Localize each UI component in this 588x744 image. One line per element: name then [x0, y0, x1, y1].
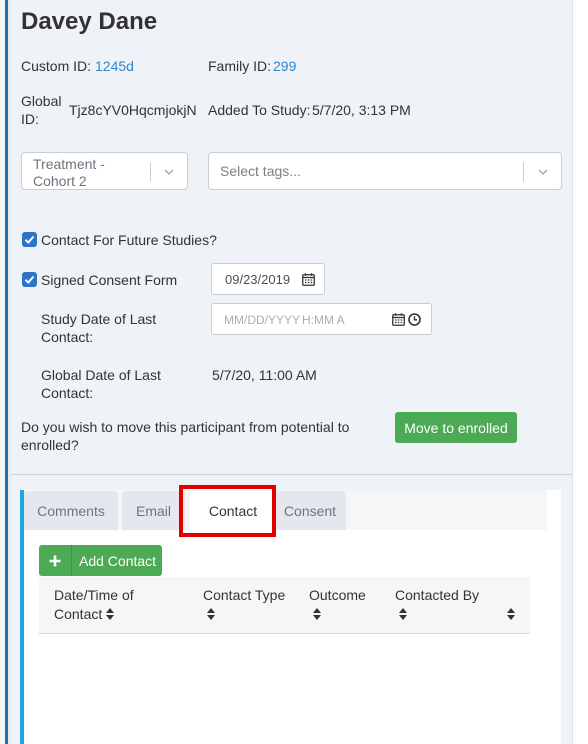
header-datetime-line1: Date/Time of: [54, 587, 134, 603]
sort-icon[interactable]: [106, 608, 115, 620]
add-contact-button[interactable]: Add Contact: [39, 545, 162, 576]
family-id-label: Family ID:: [208, 58, 271, 74]
tab-panel: Comments Email Contact Consent Add Conta…: [20, 485, 561, 744]
add-contact-label: Add Contact: [79, 552, 157, 569]
global-id-label-line1: Global: [21, 93, 62, 109]
consent-label: Signed Consent Form: [41, 272, 178, 288]
global-last-contact-value: 5/7/20, 11:00 AM: [212, 367, 317, 383]
consent-checkbox[interactable]: [22, 272, 37, 287]
sort-icon[interactable]: [207, 608, 215, 620]
study-last-contact-label-line2: Contact:: [41, 329, 94, 345]
tab-comments[interactable]: Comments: [24, 491, 118, 530]
contacts-table-header: Date/Time of Contact Contact Type Outcom…: [39, 577, 530, 634]
time-placeholder: H:MM A: [302, 313, 345, 327]
consent-date-input[interactable]: 09/23/2019: [211, 263, 325, 295]
check-icon: [24, 235, 35, 244]
scrollbar-track[interactable]: [572, 0, 588, 744]
sort-icon[interactable]: [313, 608, 321, 620]
header-datetime[interactable]: Contact: [54, 605, 115, 624]
chevron-down-icon[interactable]: [164, 167, 174, 177]
section-divider: [11, 474, 572, 475]
study-last-contact-label-line1: Study Date of Last: [41, 311, 157, 327]
tab-email[interactable]: Email: [122, 491, 185, 530]
header-outcome[interactable]: Outcome: [309, 586, 366, 605]
calendar-icon[interactable]: [392, 313, 405, 326]
sort-icon[interactable]: [507, 608, 515, 620]
check-icon: [24, 275, 35, 284]
participant-name: Davey Dane: [21, 8, 158, 35]
added-to-study-value: 5/7/20, 3:13 PM: [312, 102, 411, 118]
left-accent-stripe: [0, 0, 8, 744]
tags-select[interactable]: Select tags...: [208, 152, 562, 190]
move-prompt-line1: Do you wish to move this participant fro…: [21, 419, 350, 435]
select-separator: [150, 162, 151, 182]
move-prompt-line2: enrolled?: [21, 437, 79, 453]
tags-select-placeholder: Select tags...: [220, 163, 301, 179]
date-placeholder: MM/DD/YYYY: [224, 313, 301, 327]
header-contacted-by[interactable]: Contacted By: [395, 586, 479, 605]
calendar-icon[interactable]: [302, 273, 315, 286]
global-id-label-line2: ID:: [21, 111, 39, 127]
highlight-box: [179, 485, 276, 537]
custom-id-label: Custom ID:: [21, 58, 92, 74]
participant-panel: Davey Dane Custom ID: 1245d Family ID: 2…: [11, 0, 572, 744]
cohort-select-line2: Cohort 2: [33, 173, 87, 189]
plus-icon: [49, 555, 61, 566]
select-separator: [523, 162, 524, 182]
study-last-contact-input[interactable]: MM/DD/YYYY H:MM A: [211, 303, 432, 335]
tab-consent[interactable]: Consent: [274, 491, 346, 530]
tab-bar: Comments Email Contact Consent: [24, 485, 547, 537]
global-last-contact-label-line2: Contact:: [41, 385, 94, 401]
global-id-value: Tjz8cYV0HqcmjokjN: [69, 102, 197, 118]
chevron-down-icon[interactable]: [538, 167, 548, 177]
button-separator: [71, 545, 72, 576]
cohort-select-line1: Treatment -: [33, 156, 105, 172]
header-contact-type[interactable]: Contact Type: [203, 586, 285, 605]
header-datetime-line2: Contact: [54, 606, 103, 622]
global-last-contact-label-line1: Global Date of Last: [41, 367, 161, 383]
move-to-enrolled-button[interactable]: Move to enrolled: [395, 412, 517, 443]
family-id-value[interactable]: 299: [273, 58, 296, 74]
future-studies-label: Contact For Future Studies?: [41, 232, 217, 248]
clock-icon[interactable]: [408, 313, 421, 326]
custom-id-value[interactable]: 1245d: [95, 58, 134, 74]
added-to-study-label: Added To Study:: [208, 102, 311, 118]
cohort-select[interactable]: Treatment - Cohort 2: [21, 152, 188, 190]
consent-date-value: 09/23/2019: [225, 272, 291, 287]
future-studies-checkbox[interactable]: [22, 232, 37, 247]
sort-icon[interactable]: [399, 608, 407, 620]
